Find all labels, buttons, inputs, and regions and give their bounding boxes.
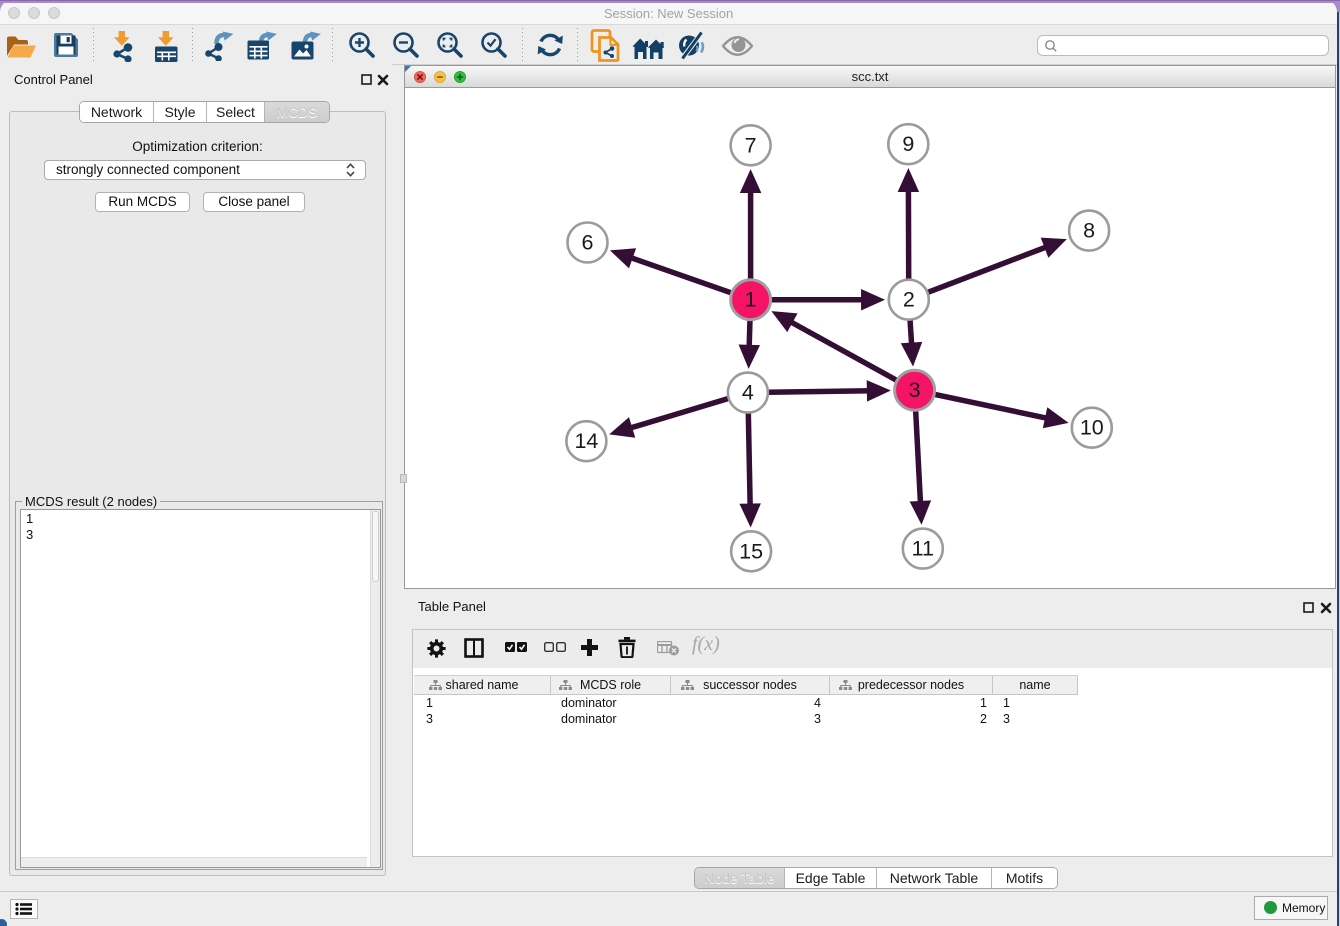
svg-text:8: 8	[1083, 219, 1095, 243]
svg-text:6: 6	[582, 231, 594, 255]
svg-text:9: 9	[902, 132, 914, 156]
svg-text:15: 15	[739, 539, 763, 563]
svg-text:2: 2	[903, 288, 915, 312]
svg-text:3: 3	[909, 378, 921, 402]
svg-text:11: 11	[912, 537, 934, 561]
svg-text:10: 10	[1080, 416, 1104, 440]
svg-text:1: 1	[745, 288, 757, 312]
svg-text:7: 7	[745, 133, 757, 157]
svg-text:4: 4	[742, 381, 754, 405]
svg-text:14: 14	[574, 429, 598, 453]
